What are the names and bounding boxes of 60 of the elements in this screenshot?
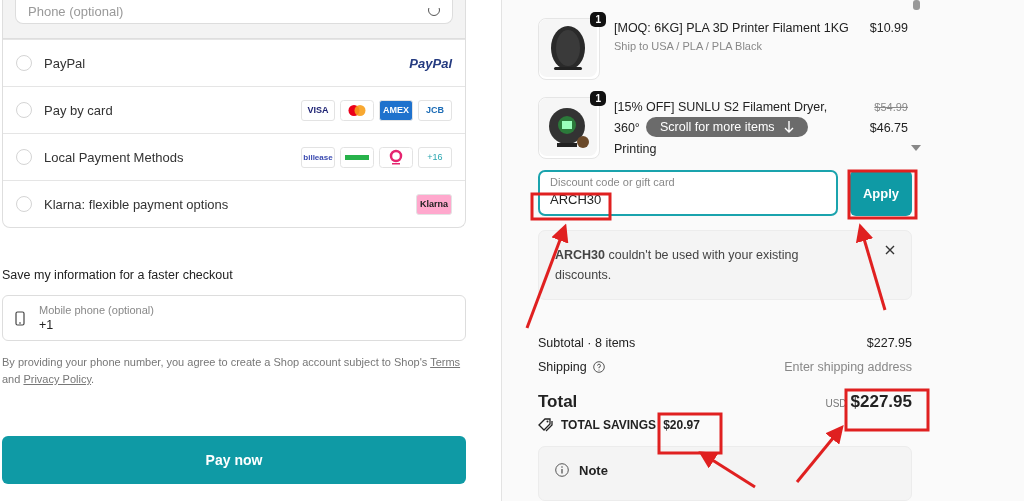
- klarna-logo: Klarna: [416, 193, 452, 215]
- close-icon[interactable]: [885, 245, 895, 255]
- quantity-badge: 1: [590, 12, 606, 27]
- phone-field[interactable]: Phone (optional): [15, 0, 453, 24]
- phone-icon: [15, 310, 25, 326]
- note-box[interactable]: Note: [538, 446, 912, 501]
- payment-method-label: Klarna: flexible payment options: [44, 196, 230, 212]
- item-price: $46.75: [869, 120, 908, 137]
- original-price: $54.99: [874, 100, 908, 115]
- jcb-logo: JCB: [418, 99, 452, 121]
- total-label: Total: [538, 392, 578, 412]
- pay-now-button[interactable]: Pay now: [2, 436, 466, 484]
- field-value: +1: [39, 318, 55, 332]
- subtotal-label: Subtotal · 8 items: [538, 336, 636, 350]
- mastercard-icon: [340, 99, 374, 121]
- field-label: Mobile phone (optional): [39, 304, 154, 316]
- visa-logo: VISA: [301, 99, 335, 121]
- savings-value: $20.97: [663, 418, 700, 432]
- terms-link[interactable]: Terms: [430, 356, 461, 368]
- amex-logo: AMEX: [379, 99, 413, 121]
- duitnow-icon: [379, 146, 413, 168]
- field-value: ARCH30: [550, 192, 603, 207]
- section-title: Save my information for a faster checkout: [2, 268, 234, 282]
- radio-button[interactable]: [16, 196, 32, 212]
- item-variant: Ship to USA / PLA / PLA Black: [614, 39, 762, 53]
- payment-method-label: Pay by card: [44, 102, 114, 118]
- item-title: 360°: [614, 120, 640, 137]
- item-price: $10.99: [869, 20, 908, 37]
- paypal-logo: PayPal: [409, 55, 452, 71]
- payment-method-label: PayPal: [44, 55, 87, 71]
- radio-button[interactable]: [16, 149, 32, 165]
- scroll-down-arrow-icon[interactable]: [911, 145, 921, 151]
- shipping-label: Shipping: [538, 360, 587, 374]
- total-value: $227.95: [850, 392, 912, 412]
- tag-icon: [538, 418, 554, 432]
- radio-button[interactable]: [16, 102, 32, 118]
- scrollbar-thumb[interactable]: [913, 0, 920, 10]
- shipping-value: Enter shipping address: [784, 360, 912, 374]
- discount-code-field[interactable]: Discount code or gift card ARCH30: [538, 170, 838, 216]
- scroll-hint-text: Scroll for more items: [660, 120, 775, 134]
- mobile-phone-field[interactable]: Mobile phone (optional) +1: [2, 295, 466, 341]
- disclaimer-text: By providing your phone number, you agree to create a Shop account subject to Shop's Terms and Privacy Policy.: [2, 355, 462, 387]
- error-message: ARCH30 couldn't be used with your existing discounts.: [555, 247, 800, 284]
- item-title: Printing: [614, 141, 657, 158]
- savings-label: TOTAL SAVINGS: [561, 418, 657, 432]
- item-title: [15% OFF] SUNLU S2 Filament Dryer,: [614, 99, 828, 116]
- billease-logo: billease: [301, 146, 335, 168]
- quantity-badge: 1: [590, 91, 606, 106]
- subtotal-value: $227.95: [866, 336, 912, 350]
- scroll-hint-pill[interactable]: Scroll for more items: [646, 117, 808, 137]
- radio-button[interactable]: [16, 55, 32, 71]
- info-icon: [555, 463, 569, 477]
- note-title: Note: [579, 463, 608, 478]
- phone-placeholder: Phone (optional): [28, 4, 124, 19]
- payment-logo-icon: [340, 146, 374, 168]
- more-methods-badge: +16: [418, 146, 452, 168]
- payment-method-label: Local Payment Methods: [44, 149, 185, 165]
- arrow-down-icon: [783, 121, 794, 133]
- field-label: Discount code or gift card: [550, 176, 676, 188]
- item-title: [MOQ: 6KG] PLA 3D Printer Filament 1KG: [614, 20, 849, 37]
